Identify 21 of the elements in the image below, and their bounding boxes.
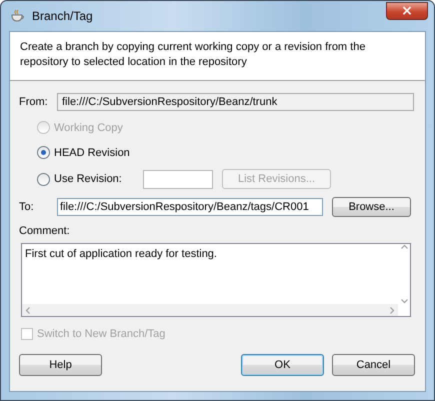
dialog-button[interactable]: Cancel [332,354,415,376]
radio-option[interactable]: HEAD Revision [37,146,130,159]
scroll-down-icon [400,299,408,304]
dialog-button[interactable]: OK [241,354,324,376]
scroll-left-icon [25,306,30,314]
dialog-button[interactable]: Help [19,354,102,376]
comment-label: Comment: [19,225,71,237]
teacup-icon [10,9,26,23]
description-text: Create a branch by copying current working copy or a revision from the repository to selected location in the repository [20,40,366,70]
scroll-right-icon [390,306,395,314]
to-field[interactable]: file:///C:/SubversionRespository/Beanz/tags/CR001 [57,198,323,216]
radio-option[interactable]: Use Revision: [37,172,143,186]
window-title: Branch/Tag [32,9,94,23]
close-button[interactable]: × [386,2,428,20]
from-label: From: [19,96,49,108]
browse-button[interactable]: Browse... [332,197,411,217]
to-label: To: [19,201,35,213]
scroll-up-icon [400,244,408,249]
comment-field[interactable]: First cut of application ready for testing. [21,243,411,317]
from-field[interactable]: file:///C:/SubversionRespository/Beanz/trunk [57,93,414,111]
revision-field[interactable] [143,170,213,188]
